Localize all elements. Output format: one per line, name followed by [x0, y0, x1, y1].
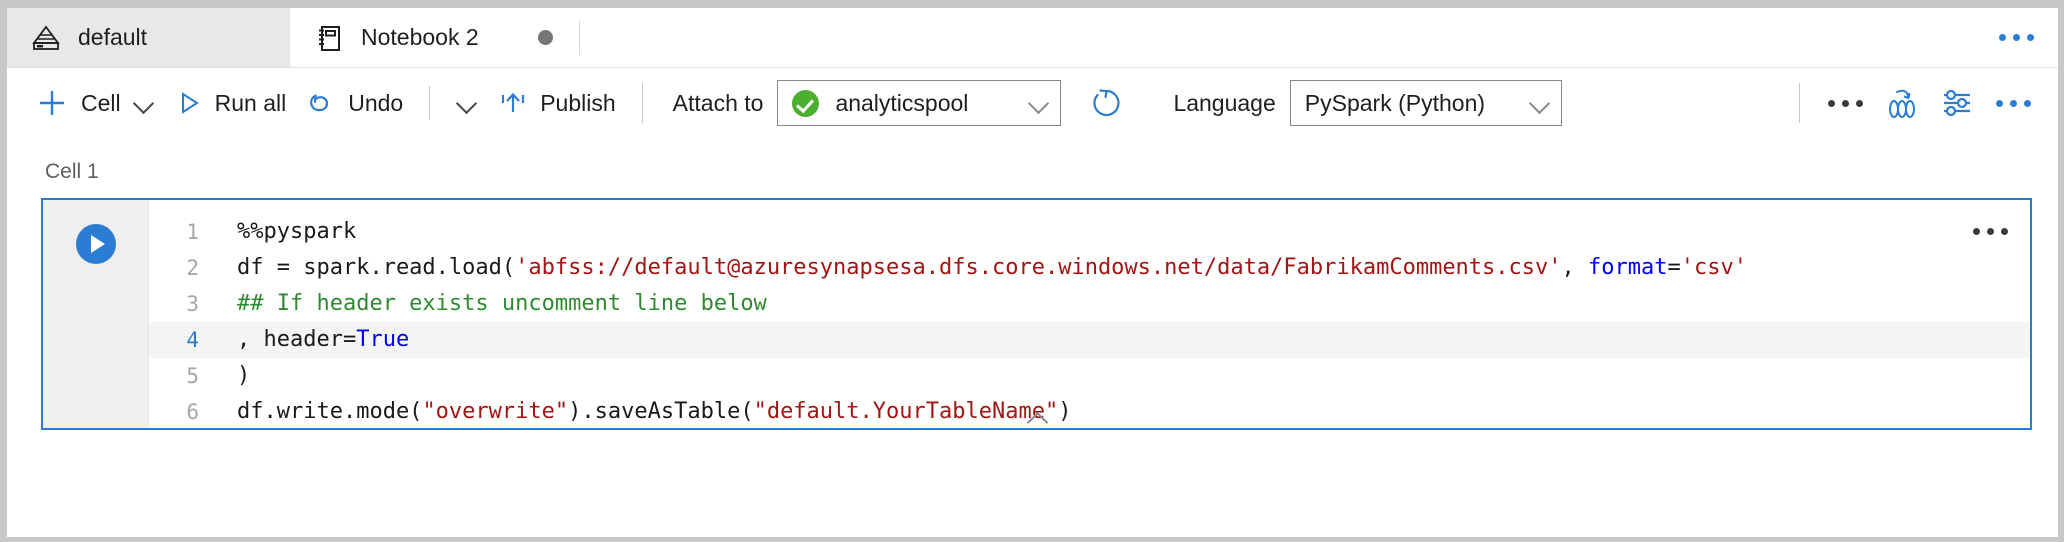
language-value: PySpark (Python)	[1305, 90, 1485, 117]
cell-gutter	[43, 200, 149, 428]
code-text: )	[237, 358, 250, 394]
code-token: ,	[1562, 255, 1589, 280]
line-number: 1	[149, 214, 237, 250]
code-token: df = spark.read.load(	[237, 255, 515, 280]
tab-default[interactable]: default	[7, 8, 290, 67]
toolbar-overflow-button[interactable]	[1818, 78, 1872, 128]
tab-strip: default Notebook 2	[7, 8, 2058, 67]
notebook-body: Cell 1 1%%pyspark2df = spark.read.load('…	[7, 138, 2058, 537]
attach-to-value: analyticspool	[835, 90, 968, 117]
chevron-up-icon	[1026, 412, 1048, 424]
tab-overflow-button[interactable]	[1999, 8, 2058, 67]
code-token: 'csv'	[1681, 255, 1747, 280]
add-to-pipeline-button[interactable]	[1874, 78, 1928, 128]
chevron-down-icon	[1028, 92, 1050, 114]
notebook-window: default Notebook 2	[0, 0, 2064, 542]
code-token: %%pyspark	[237, 219, 356, 244]
undo-arrow-icon	[306, 88, 336, 118]
code-cell[interactable]: 1%%pyspark2df = spark.read.load('abfss:/…	[41, 198, 2032, 430]
notebook-icon	[314, 23, 344, 53]
undo-button[interactable]: Undo	[296, 79, 413, 127]
line-number: 3	[149, 286, 237, 322]
cell-title: Cell 1	[45, 160, 2032, 184]
undo-label: Undo	[348, 92, 403, 115]
publish-button[interactable]: Publish	[488, 79, 625, 127]
play-outline-icon	[175, 89, 203, 117]
code-token: format	[1588, 255, 1667, 280]
chevron-down-icon	[1529, 92, 1551, 114]
refresh-button[interactable]	[1079, 78, 1133, 128]
language-label: Language	[1159, 90, 1289, 117]
more-horizontal-icon	[1828, 100, 1863, 107]
add-cell-label: Cell	[81, 92, 121, 115]
line-number: 2	[149, 250, 237, 286]
language-dropdown[interactable]: PySpark (Python)	[1290, 80, 1562, 126]
code-token: )	[237, 363, 250, 388]
line-number: 4	[149, 322, 237, 358]
more-commands-button[interactable]	[1986, 78, 2040, 128]
code-line[interactable]: 3## If header exists uncomment line belo…	[149, 286, 2030, 322]
code-text: df = spark.read.load('abfss://default@az…	[237, 250, 1747, 286]
pipeline-icon	[1881, 86, 1921, 120]
tab-notebook-2[interactable]: Notebook 2	[290, 8, 579, 67]
tab-label: default	[78, 24, 147, 51]
code-token: =	[1668, 255, 1681, 280]
code-token: , header=	[237, 327, 356, 352]
publish-label: Publish	[540, 92, 615, 115]
line-number: 5	[149, 358, 237, 394]
code-text: %%pyspark	[237, 214, 356, 250]
cell-collapse-button[interactable]	[43, 412, 2030, 424]
attach-to-label: Attach to	[659, 90, 778, 117]
run-cell-button[interactable]	[76, 224, 116, 264]
add-cell-button[interactable]: Cell	[25, 79, 165, 127]
tab-strip-spacer	[580, 8, 1999, 67]
command-bar-right-group	[1783, 78, 2058, 128]
run-all-button[interactable]: Run all	[165, 79, 297, 127]
code-line[interactable]: 1%%pyspark	[149, 214, 2030, 250]
cell-more-options-button[interactable]	[1973, 222, 2008, 240]
green-check-icon	[792, 90, 819, 117]
more-horizontal-icon	[1996, 100, 2031, 107]
toolbar-divider	[429, 86, 430, 120]
toolbar-divider	[642, 83, 643, 123]
code-line[interactable]: 5)	[149, 358, 2030, 394]
code-line[interactable]: 4, header=True	[149, 322, 2030, 358]
settings-sliders-icon	[1939, 86, 1975, 120]
code-text: ## If header exists uncomment line below	[237, 286, 767, 322]
refresh-icon	[1089, 86, 1123, 120]
code-editor[interactable]: 1%%pyspark2df = spark.read.load('abfss:/…	[149, 200, 2030, 428]
database-icon	[31, 23, 61, 53]
unsaved-changes-dot	[538, 30, 553, 45]
chevron-down-icon[interactable]	[133, 92, 155, 114]
toolbar-divider	[1799, 83, 1800, 123]
code-text: , header=True	[237, 322, 409, 358]
code-token: 'abfss://default@azuresynapsesa.dfs.core…	[515, 255, 1561, 280]
attach-to-dropdown[interactable]: analyticspool	[777, 80, 1061, 126]
run-all-label: Run all	[215, 92, 287, 115]
code-line[interactable]: 2df = spark.read.load('abfss://default@a…	[149, 250, 2030, 286]
chevron-down-icon	[456, 92, 478, 114]
code-token: True	[356, 327, 409, 352]
properties-button[interactable]	[1930, 78, 1984, 128]
publish-upload-icon	[498, 88, 528, 118]
code-token: ## If header exists uncomment line below	[237, 291, 767, 316]
command-bar: Cell Run all Undo	[7, 67, 2058, 138]
more-horizontal-icon	[1999, 34, 2034, 41]
plus-icon	[35, 86, 69, 120]
tab-label: Notebook 2	[361, 24, 479, 51]
more-horizontal-icon	[1973, 228, 2008, 235]
undo-history-button[interactable]	[446, 79, 488, 127]
